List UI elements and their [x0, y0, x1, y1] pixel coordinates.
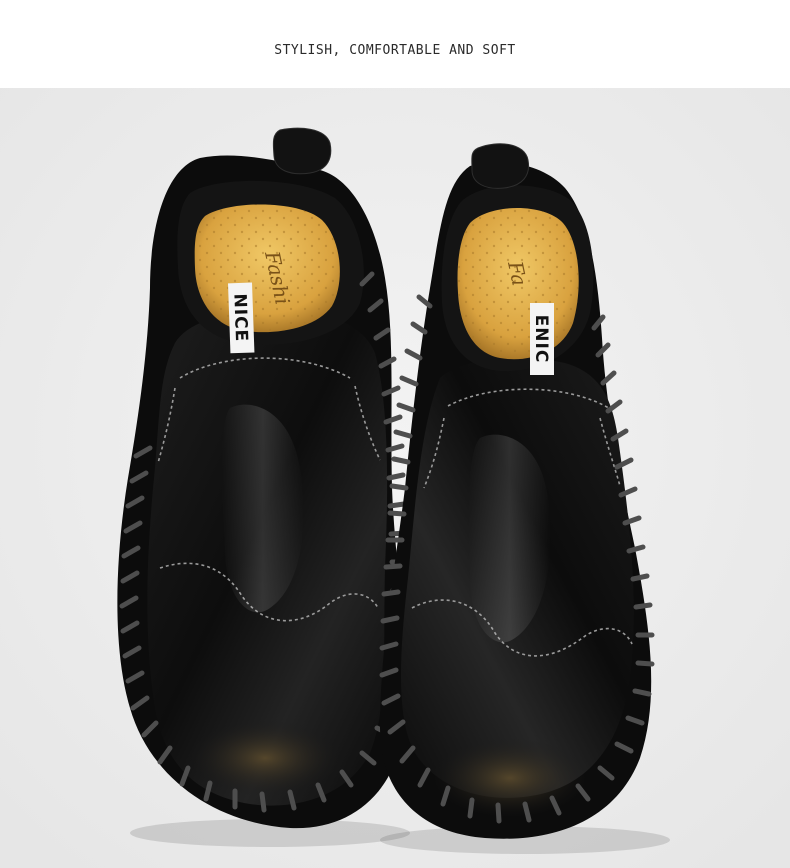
product-page: STYLISH, COMFORTABLE AND SOFT Fashi NICE… [0, 0, 790, 868]
product-photo-svg: Fashi NICE Fa ENIC [0, 88, 790, 868]
left-shoe-tab-label: NICE [229, 293, 251, 342]
left-shoe: Fashi NICE [117, 127, 410, 847]
right-shoe-tab-label: ENIC [531, 315, 551, 364]
header: STYLISH, COMFORTABLE AND SOFT [0, 0, 790, 88]
headline: STYLISH, COMFORTABLE AND SOFT [274, 42, 516, 58]
product-photo: Fashi NICE Fa ENIC [0, 88, 790, 868]
